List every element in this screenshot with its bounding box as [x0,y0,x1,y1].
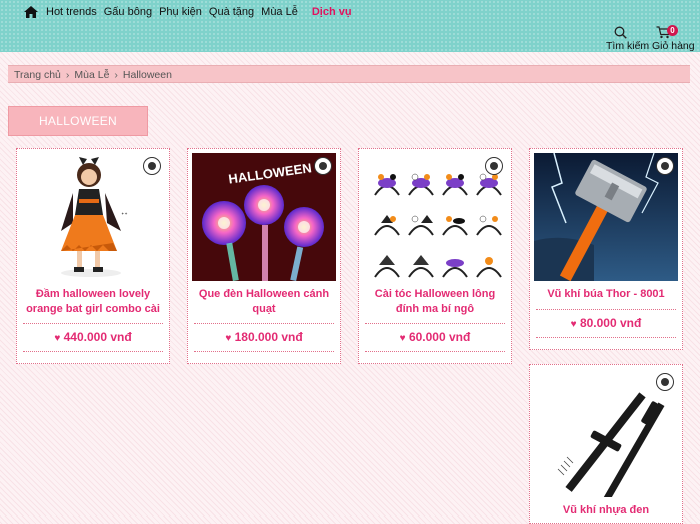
product-image[interactable]: ✦✦ [21,153,165,281]
product-name[interactable]: Vũ khí nhựa đen [536,503,676,519]
nav-item-phu-kien[interactable]: Phụ kiện [159,6,202,18]
product-image[interactable] [363,153,507,281]
brand-logo-icon [656,157,674,175]
cart-count-badge: 0 [667,25,678,36]
breadcrumb-current: Halloween [122,69,172,81]
divider [536,337,676,338]
category-title: HALLOWEEN [8,106,148,136]
top-header: Hot trends Gấu bông Phụ kiện Quà tặng Mù… [0,0,700,52]
header-tools: Tìm kiếm 0 Giỏ hàng [606,25,695,52]
main-nav: Hot trends Gấu bông Phụ kiện Quà tặng Mù… [24,6,359,18]
svg-text:✦✦: ✦✦ [121,211,128,216]
home-icon[interactable] [24,6,38,18]
product-name[interactable]: Đầm halloween lovely orange bat girl com… [23,287,163,319]
product-card[interactable]: ✦✦ Đầm halloween lovely orange bat girl … [16,148,170,364]
product-price: ♥ 60.000 vnđ [359,330,511,344]
divider [23,351,163,352]
nav-item-dich-vu[interactable]: Dịch vụ [312,6,352,18]
breadcrumb: Trang chủ › Mùa Lễ › Halloween [8,65,690,83]
product-card[interactable]: Vũ khí búa Thor - 8001 ♥ 80.000 vnđ [529,148,683,350]
product-card[interactable]: HALLOWEEN Que đèn Halloween cánh quạt ♥ … [187,148,341,364]
product-price: ♥ 440.000 vnđ [17,330,169,344]
brand-logo-icon [656,373,674,391]
divider [194,323,334,324]
price-value: 60.000 vnđ [408,330,471,344]
nav-item-hot-trends[interactable]: Hot trends [46,6,97,18]
product-price: ♥ 80.000 vnđ [530,316,682,330]
product-image[interactable] [534,153,678,281]
breadcrumb-separator: › [114,69,118,81]
brand-logo-icon [314,157,332,175]
product-card[interactable]: Cài tóc Halloween lông đính ma bí ngô ♥ … [358,148,512,364]
breadcrumb-mua-le[interactable]: Mùa Lễ [74,69,109,81]
heart-icon: ♥ [570,319,577,330]
cart-label: Giỏ hàng [652,40,695,52]
heart-icon: ♥ [399,333,406,344]
divider [23,323,163,324]
divider [365,351,505,352]
product-name[interactable]: Cài tóc Halloween lông đính ma bí ngô [365,287,505,319]
divider [365,323,505,324]
price-value: 180.000 vnđ [234,330,303,344]
product-price: ♥ 180.000 vnđ [188,330,340,344]
search-label: Tìm kiếm [606,40,650,52]
product-image[interactable] [534,369,678,497]
nav-item-mua-le[interactable]: Mùa Lễ [261,6,298,18]
breadcrumb-home[interactable]: Trang chủ [14,69,61,81]
brand-logo-icon [485,157,503,175]
product-image[interactable]: HALLOWEEN [192,153,336,281]
nav-item-gau-bong[interactable]: Gấu bông [104,6,152,18]
product-name[interactable]: Que đèn Halloween cánh quạt [194,287,334,319]
divider [194,351,334,352]
price-value: 80.000 vnđ [579,316,642,330]
search-icon [614,26,627,39]
nav-item-qua-tang[interactable]: Quà tặng [209,6,254,18]
heart-icon: ♥ [225,333,232,344]
heart-icon: ♥ [54,333,61,344]
price-value: 440.000 vnđ [63,330,132,344]
divider [536,309,676,310]
product-name[interactable]: Vũ khí búa Thor - 8001 [536,287,676,303]
breadcrumb-separator: › [65,69,70,81]
product-card[interactable]: Vũ khí nhựa đen [529,364,683,524]
brand-logo-icon [143,157,161,175]
